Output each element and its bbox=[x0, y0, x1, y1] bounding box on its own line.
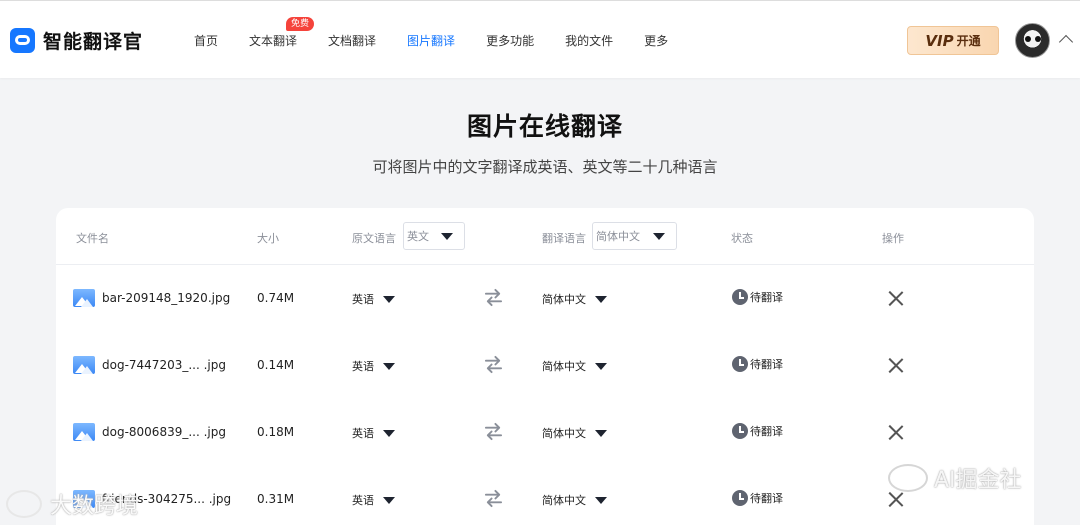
caret-down-icon bbox=[595, 496, 607, 504]
target-language-value: 简体中文 bbox=[596, 230, 640, 243]
clock-icon bbox=[732, 356, 748, 372]
source-language-value: 英文 bbox=[407, 230, 429, 243]
file-size: 0.74M bbox=[257, 291, 295, 305]
clock-icon bbox=[732, 490, 748, 506]
nav-item-document-translation[interactable]: 文档翻译 bbox=[328, 32, 376, 49]
source-language-dropdown[interactable]: 英文 bbox=[403, 222, 465, 250]
image-file-icon bbox=[73, 423, 95, 441]
table-row: dog-8006839_... .jpg 0.18M 英语 简体中文 待翻译 bbox=[56, 399, 1034, 466]
caret-down-icon bbox=[383, 362, 395, 370]
nav-item-text-translation-label: 文本翻译 bbox=[249, 34, 298, 48]
clock-icon bbox=[732, 423, 748, 439]
caret-down-icon bbox=[595, 362, 607, 370]
file-size: 0.18M bbox=[257, 425, 295, 439]
close-icon[interactable] bbox=[888, 492, 903, 507]
file-name: bar-209148_1920.jpg bbox=[102, 291, 231, 305]
watermark-ai-juejin: AI掘金社 bbox=[888, 462, 1022, 494]
vip-word: VIP bbox=[925, 31, 954, 50]
row-target-language: 简体中文 bbox=[542, 360, 586, 373]
chat-bubble-icon bbox=[6, 490, 42, 518]
nav-item-home[interactable]: 首页 bbox=[194, 32, 218, 49]
row-target-language: 简体中文 bbox=[542, 427, 586, 440]
panda-avatar[interactable] bbox=[1015, 23, 1050, 58]
caret-down-icon bbox=[595, 295, 607, 303]
status-badge: 待翻译 bbox=[732, 289, 783, 305]
watermark-dashu-kuajing: 大数跨境 bbox=[6, 488, 138, 520]
row-target-language: 简体中文 bbox=[542, 293, 586, 306]
column-header-target-language: 翻译语言 bbox=[542, 232, 586, 245]
chat-bubble-icon bbox=[888, 464, 928, 492]
app-logo[interactable]: 智能翻译官 bbox=[10, 27, 143, 54]
status-badge: 待翻译 bbox=[732, 356, 783, 372]
row-target-language-dropdown[interactable]: 简体中文 bbox=[542, 492, 607, 508]
status-badge: 待翻译 bbox=[732, 490, 783, 506]
file-size: 0.31M bbox=[257, 492, 295, 506]
column-header-status: 状态 bbox=[731, 232, 753, 245]
clock-icon bbox=[732, 289, 748, 305]
watermark-left-text: 大数跨境 bbox=[50, 494, 139, 519]
status-text: 待翻译 bbox=[750, 425, 783, 438]
caret-down-icon bbox=[383, 496, 395, 504]
row-target-language-dropdown[interactable]: 简体中文 bbox=[542, 425, 607, 441]
caret-down-icon bbox=[653, 233, 665, 240]
row-target-language-dropdown[interactable]: 简体中文 bbox=[542, 358, 607, 374]
column-header-file-name: 文件名 bbox=[76, 232, 109, 245]
free-badge: 免费 bbox=[286, 17, 315, 31]
translator-logo-icon bbox=[10, 28, 35, 53]
row-source-language: 英语 bbox=[352, 494, 374, 507]
status-badge: 待翻译 bbox=[732, 423, 783, 439]
image-file-icon bbox=[73, 289, 95, 307]
close-icon[interactable] bbox=[888, 291, 903, 306]
table-row: bar-209148_1920.jpg 0.74M 英语 简体中文 待翻译 bbox=[56, 265, 1034, 332]
status-text: 待翻译 bbox=[750, 291, 783, 304]
app-name: 智能翻译官 bbox=[43, 31, 144, 53]
image-file-icon bbox=[73, 356, 95, 374]
row-source-language: 英语 bbox=[352, 360, 374, 373]
row-source-language-dropdown[interactable]: 英语 bbox=[352, 425, 395, 441]
column-header-source-language: 原文语言 bbox=[352, 232, 396, 245]
caret-down-icon bbox=[383, 295, 395, 303]
status-text: 待翻译 bbox=[750, 492, 783, 505]
vip-open-button[interactable]: VIP 开通 bbox=[907, 26, 999, 55]
row-source-language-dropdown[interactable]: 英语 bbox=[352, 358, 395, 374]
nav-item-image-translation[interactable]: 图片翻译 bbox=[407, 32, 455, 49]
column-header-actions: 操作 bbox=[882, 232, 904, 245]
vip-label: 开通 bbox=[956, 34, 981, 48]
caret-down-icon bbox=[441, 233, 453, 240]
status-text: 待翻译 bbox=[750, 358, 783, 371]
page-subtitle: 可将图片中的文字翻译成英语、英文等二十几种语言 bbox=[372, 158, 718, 176]
swap-languages-icon[interactable] bbox=[484, 288, 503, 307]
nav-item-text-translation[interactable]: 文本翻译 免费 bbox=[249, 17, 315, 49]
row-target-language: 简体中文 bbox=[542, 494, 586, 507]
swap-languages-icon[interactable] bbox=[484, 422, 503, 441]
main-nav: 首页 文本翻译 免费 文档翻译 图片翻译 更多功能 我的文件 更多 bbox=[194, 17, 699, 49]
swap-languages-icon[interactable] bbox=[484, 355, 503, 374]
row-source-language-dropdown[interactable]: 英语 bbox=[352, 291, 395, 307]
page-title: 图片在线翻译 bbox=[466, 112, 623, 141]
close-icon[interactable] bbox=[888, 425, 903, 440]
file-name: dog-8006839_... .jpg bbox=[102, 425, 226, 439]
chevron-up-icon[interactable] bbox=[1058, 34, 1074, 50]
table-row: dog-7447203_... .jpg 0.14M 英语 简体中文 待翻译 bbox=[56, 332, 1034, 399]
nav-item-more-features[interactable]: 更多功能 bbox=[486, 32, 534, 49]
row-source-language-dropdown[interactable]: 英语 bbox=[352, 492, 395, 508]
target-language-dropdown[interactable]: 简体中文 bbox=[592, 222, 677, 250]
top-navigation-bar: 智能翻译官 首页 文本翻译 免费 文档翻译 图片翻译 更多功能 我的文件 更多 … bbox=[0, 0, 1080, 78]
caret-down-icon bbox=[383, 429, 395, 437]
column-header-size: 大小 bbox=[257, 232, 279, 245]
nav-item-my-files[interactable]: 我的文件 bbox=[565, 32, 613, 49]
caret-down-icon bbox=[595, 429, 607, 437]
file-name: dog-7447203_... .jpg bbox=[102, 358, 226, 372]
row-target-language-dropdown[interactable]: 简体中文 bbox=[542, 291, 607, 307]
row-source-language: 英语 bbox=[352, 293, 374, 306]
swap-languages-icon[interactable] bbox=[484, 489, 503, 508]
close-icon[interactable] bbox=[888, 358, 903, 373]
file-size: 0.14M bbox=[257, 358, 295, 372]
nav-item-more[interactable]: 更多 bbox=[644, 32, 668, 49]
table-header: 文件名 大小 原文语言 英文 翻译语言 简体中文 状态 操作 bbox=[56, 208, 1034, 265]
row-source-language: 英语 bbox=[352, 427, 374, 440]
watermark-right-text: AI掘金社 bbox=[934, 468, 1022, 493]
